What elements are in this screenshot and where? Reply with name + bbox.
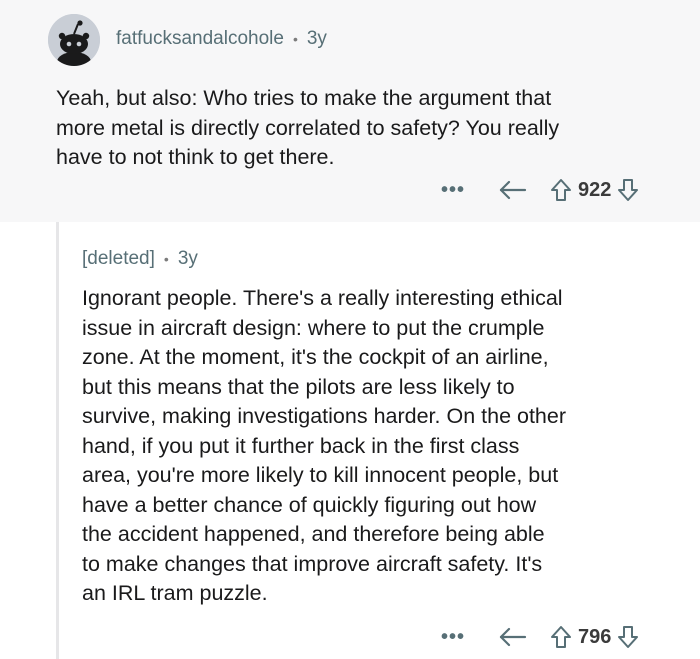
comment-line: Yeah, but also: Who tries to make the ar… <box>56 86 552 110</box>
upvote-button[interactable] <box>550 178 572 202</box>
comment-meta: [deleted] • 3y <box>82 248 198 270</box>
upvote-button[interactable] <box>550 625 572 649</box>
reply-button[interactable] <box>498 179 528 201</box>
reply-icon <box>499 180 527 200</box>
upvote-arrow-icon <box>551 179 571 201</box>
comment-actions: ••• 796 <box>438 625 639 649</box>
reply-button[interactable] <box>498 626 528 648</box>
user-avatar[interactable] <box>48 14 100 66</box>
downvote-button[interactable] <box>617 178 639 202</box>
downvote-arrow-icon <box>618 179 639 201</box>
thread-line[interactable] <box>56 222 59 659</box>
comment-line: but this means that the pilots are less … <box>82 374 515 399</box>
reply-icon <box>499 627 527 647</box>
comment-line: Ignorant people. There's a really intere… <box>82 286 563 310</box>
comment-age: 3y <box>177 248 198 269</box>
comment-line: survive, making investigations harder. O… <box>82 404 567 428</box>
comment-line: zone. At the moment, it's the cockpit of… <box>82 345 549 369</box>
upvote-arrow-icon <box>551 626 571 648</box>
comment-line: have a better chance of quickly figuring… <box>82 492 537 517</box>
vote-count: 796 <box>578 625 612 648</box>
username[interactable]: fatfucksandalcohole <box>116 28 284 50</box>
more-options-button[interactable]: ••• <box>438 627 468 647</box>
comment-line: an IRL tram puzzle. <box>82 581 268 605</box>
comment-age: 3y <box>306 28 327 49</box>
downvote-arrow-icon <box>618 626 639 648</box>
downvote-button[interactable] <box>617 625 639 649</box>
comment-actions: ••• 922 <box>438 178 639 202</box>
meta-separator: • <box>292 31 298 47</box>
comment-body: Ignorant people. There's a really intere… <box>82 284 566 609</box>
more-options-button[interactable]: ••• <box>438 180 468 200</box>
comment-line: hand, if you put it further back in the … <box>82 433 520 458</box>
vote-count: 922 <box>578 178 612 201</box>
comment-meta: fatfucksandalcohole • 3y <box>116 28 327 50</box>
comment-line: the accident happened, and therefore bei… <box>82 522 545 546</box>
meta-separator: • <box>163 251 169 267</box>
comment-line: issue in aircraft design: where to put t… <box>82 315 545 340</box>
comment-line: more metal is directly correlated to saf… <box>56 115 560 140</box>
comment-line: to make changes that improve aircraft sa… <box>82 551 543 576</box>
username: [deleted] <box>82 248 155 269</box>
comment-body: Yeah, but also: Who tries to make the ar… <box>56 84 559 173</box>
comment-line: area, you're more likely to kill innocen… <box>82 463 559 487</box>
comment-line: have to not think to get there. <box>56 145 335 169</box>
reddit-snoo-icon <box>48 14 100 66</box>
